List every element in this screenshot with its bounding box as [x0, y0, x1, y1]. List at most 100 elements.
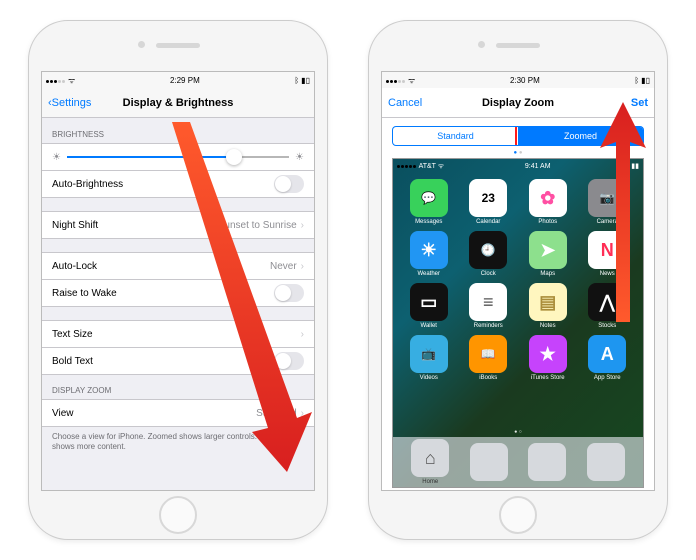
app-label: Camera: [597, 219, 618, 225]
app-reminders: ≡ Reminders: [461, 283, 517, 329]
auto-lock-value: Never: [270, 261, 297, 272]
app-weather: ☀ Weather: [401, 231, 457, 277]
app-notes: ▤ Notes: [520, 283, 576, 329]
preview-time: 9:41 AM: [525, 163, 551, 170]
iphone-left: ᯤ 2:29 PM ᛒ ▮▯ ‹ Settings Display & Brig…: [28, 20, 328, 540]
app-icon: ✿: [529, 179, 567, 217]
preview-carrier: AT&T ᯤ: [397, 162, 444, 171]
bluetooth-icon: ᛒ: [634, 76, 639, 85]
back-button[interactable]: ‹ Settings: [48, 97, 91, 109]
status-bar: ᯤ 2:29 PM ᛒ ▮▯: [42, 72, 314, 88]
front-camera: [138, 41, 145, 48]
wifi-icon: ᯤ: [408, 75, 415, 86]
dock-app: [587, 443, 625, 481]
dock-app: [470, 443, 508, 481]
set-button[interactable]: Set: [631, 97, 648, 109]
phone-speaker: [496, 43, 540, 48]
nav-bar: Cancel Display Zoom Set: [382, 88, 654, 118]
zoom-segmented-control[interactable]: Standard Zoomed: [392, 126, 644, 146]
iphone-right: ᯤ 2:30 PM ᛒ ▮▯ Cancel Display Zoom Set S…: [368, 20, 668, 540]
app-icon: A: [588, 335, 626, 373]
page-indicator: ● ●: [382, 150, 654, 156]
app-label: iTunes Store: [531, 375, 565, 381]
app-stocks: ⋀ Stocks: [580, 283, 636, 329]
highlight-box: [515, 126, 644, 146]
cancel-button[interactable]: Cancel: [388, 97, 422, 109]
view-row[interactable]: View Standard›: [42, 399, 314, 427]
app-label: Videos: [420, 375, 438, 381]
view-value: Standard: [256, 408, 297, 419]
auto-lock-row[interactable]: Auto-Lock Never›: [42, 252, 314, 280]
bold-text-row[interactable]: Bold Text: [42, 347, 314, 375]
app-maps: ➤ Maps: [520, 231, 576, 277]
app-app-store: AApp Store: [580, 335, 636, 381]
raise-to-wake-row[interactable]: Raise to Wake: [42, 279, 314, 307]
app-label: Messages: [415, 219, 442, 225]
slider-thumb[interactable]: [226, 149, 242, 165]
app-icon: ▤: [529, 283, 567, 321]
app-icon: ☀: [410, 231, 448, 269]
page-title: Display Zoom: [482, 97, 554, 109]
app-label: Stocks: [598, 323, 616, 329]
app-label: Weather: [417, 271, 440, 277]
signal-dots-icon: [386, 76, 406, 85]
app-label: Photos: [538, 219, 557, 225]
app-label: Calendar: [476, 219, 500, 225]
app-label: iBooks: [479, 375, 497, 381]
app-icon: ⋀: [588, 283, 626, 321]
segment-zoomed[interactable]: Zoomed: [518, 127, 643, 145]
front-camera: [478, 41, 485, 48]
app-ibooks: 📖 iBooks: [461, 335, 517, 381]
app-label: Wallet: [421, 323, 437, 329]
preview-battery-icon: ▮▮: [631, 162, 639, 170]
app-news: NNews: [580, 231, 636, 277]
app-label: Maps: [540, 271, 555, 277]
nav-bar: ‹ Settings Display & Brightness: [42, 88, 314, 118]
app-icon: 💬: [410, 179, 448, 217]
signal-dots-icon: [46, 76, 66, 85]
phone-speaker: [156, 43, 200, 48]
screen-settings: ᯤ 2:29 PM ᛒ ▮▯ ‹ Settings Display & Brig…: [41, 71, 315, 491]
auto-brightness-row[interactable]: Auto-Brightness: [42, 170, 314, 198]
app-icon: ➤: [529, 231, 567, 269]
app-itunes-store: ★ iTunes Store: [520, 335, 576, 381]
text-size-label: Text Size: [52, 329, 93, 340]
chevron-right-icon: ›: [301, 329, 304, 340]
text-size-row[interactable]: Text Size ›: [42, 320, 314, 348]
app-icon: 23: [469, 179, 507, 217]
app-icon: ★: [529, 335, 567, 373]
preview-status-bar: AT&T ᯤ 9:41 AM ▮▮: [393, 159, 643, 173]
display-zoom-header: DISPLAY ZOOM: [42, 374, 314, 399]
app-icon: 🕘: [469, 231, 507, 269]
preview-page-dots: ● ○: [393, 429, 643, 435]
app-icon: ≡: [469, 283, 507, 321]
bluetooth-icon: ᛒ: [294, 76, 299, 85]
app-videos: 📺Videos: [401, 335, 457, 381]
app-photos: ✿ Photos: [520, 179, 576, 225]
brightness-header: BRIGHTNESS: [42, 118, 314, 143]
app-icon: 📖: [469, 335, 507, 373]
app-calendar: 23 Calendar: [461, 179, 517, 225]
status-bar: ᯤ 2:30 PM ᛒ ▮▯: [382, 72, 654, 88]
home-button[interactable]: [499, 496, 537, 534]
brightness-slider[interactable]: [67, 156, 289, 158]
chevron-right-icon: ›: [301, 408, 304, 419]
app-clock: 🕘Clock: [461, 231, 517, 277]
app-label: Notes: [540, 323, 556, 329]
auto-brightness-toggle[interactable]: [274, 175, 304, 193]
app-grid: 💬Messages23Calendar✿Photos📷Camera☀Weathe…: [393, 173, 643, 387]
home-button[interactable]: [159, 496, 197, 534]
dock-app: ⌂Home: [411, 439, 449, 485]
app-label: Reminders: [474, 323, 503, 329]
chevron-right-icon: ›: [301, 220, 304, 231]
bold-text-toggle[interactable]: [274, 352, 304, 370]
night-shift-row[interactable]: Night Shift Sunset to Sunrise›: [42, 211, 314, 239]
back-label: Settings: [52, 97, 92, 109]
app-wallet: ▭Wallet: [401, 283, 457, 329]
screen-display-zoom: ᯤ 2:30 PM ᛒ ▮▯ Cancel Display Zoom Set S…: [381, 71, 655, 491]
status-time: 2:29 PM: [170, 76, 200, 85]
sun-low-icon: ☀: [52, 152, 61, 163]
raise-to-wake-toggle[interactable]: [274, 284, 304, 302]
sun-high-icon: ☀: [295, 152, 304, 163]
segment-standard[interactable]: Standard: [393, 127, 518, 145]
